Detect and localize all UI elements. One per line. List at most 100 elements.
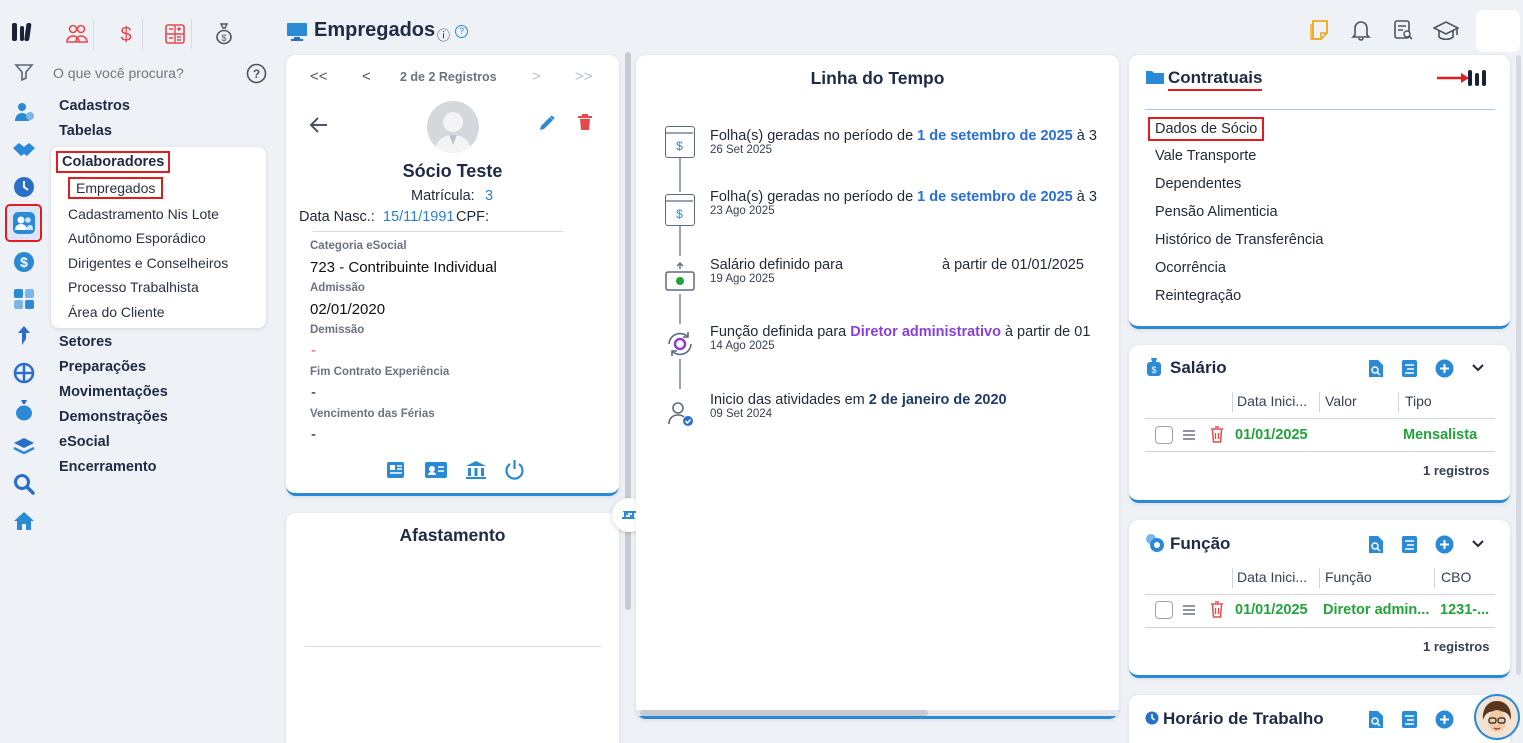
pager-first[interactable]: << xyxy=(310,68,328,85)
page-help-icon[interactable]: ? xyxy=(455,25,468,38)
delete-icon[interactable] xyxy=(577,113,593,131)
link-reintegracao[interactable]: Reintegração xyxy=(1155,288,1241,304)
user-avatar-placeholder[interactable] xyxy=(1476,10,1520,52)
matricula-label: Matrícula: xyxy=(411,188,475,204)
network-icon[interactable] xyxy=(10,359,38,387)
graduation-cap-icon[interactable] xyxy=(1433,20,1459,42)
dollar-shortcut-icon[interactable]: $ xyxy=(109,19,143,49)
calculator-icon[interactable] xyxy=(10,285,38,313)
money-bag-shortcut-icon[interactable]: $ xyxy=(207,19,241,49)
row-divider xyxy=(1145,627,1495,628)
svg-text:$: $ xyxy=(1151,365,1156,375)
scrollbar-right[interactable] xyxy=(1516,55,1521,675)
drag-handle-icon[interactable] xyxy=(1182,604,1196,616)
help-icon[interactable]: ? xyxy=(246,63,267,84)
power-icon[interactable] xyxy=(504,459,525,480)
nav-colaboradores[interactable]: Colaboradores xyxy=(56,151,171,173)
back-arrow-icon[interactable] xyxy=(309,116,329,134)
id-card-icon[interactable] xyxy=(424,460,448,480)
salario-add-icon[interactable] xyxy=(1435,359,1454,378)
matricula-value: 3 xyxy=(485,188,494,204)
funcao-row-checkbox[interactable] xyxy=(1155,601,1173,619)
money-bag-icon[interactable] xyxy=(10,396,38,424)
home-icon[interactable] xyxy=(10,507,38,535)
nav-sub-autonomo[interactable]: Autônomo Esporádico xyxy=(68,230,206,246)
nav-sub-cadastramento-nis[interactable]: Cadastramento Nis Lote xyxy=(68,206,219,222)
calculator-shortcut-icon[interactable] xyxy=(158,19,192,49)
salario-header-valor[interactable]: Valor xyxy=(1325,393,1357,409)
timeline-item-5: Inicio das atividades em 2 de janeiro de… xyxy=(710,392,1007,408)
salario-title: Salário xyxy=(1170,358,1227,377)
monitor-icon xyxy=(286,22,308,42)
link-pensao[interactable]: Pensão Alimenticia xyxy=(1155,204,1278,220)
nav-cadastros[interactable]: Cadastros xyxy=(59,98,130,114)
horario-list-icon[interactable] xyxy=(1401,710,1418,729)
bell-icon[interactable] xyxy=(1351,19,1371,41)
salario-list-icon[interactable] xyxy=(1401,359,1418,378)
funcao-header-funcao[interactable]: Função xyxy=(1325,569,1372,585)
salario-row-tipo: Mensalista xyxy=(1403,427,1478,443)
colaboradores-icon[interactable] xyxy=(5,204,42,242)
funcao-list-icon[interactable] xyxy=(1401,535,1418,554)
app-logo-icon[interactable] xyxy=(10,18,38,46)
pager-prev[interactable]: < xyxy=(362,68,371,85)
nav-sub-dirigentes[interactable]: Dirigentes e Conselheiros xyxy=(68,255,228,271)
nav-sub-processo[interactable]: Processo Trabalhista xyxy=(68,279,199,295)
salario-header-data[interactable]: Data Inici... xyxy=(1237,393,1307,409)
funcao-search-doc-icon[interactable] xyxy=(1368,535,1384,554)
link-ocorrencia[interactable]: Ocorrência xyxy=(1155,260,1226,276)
document-search-icon[interactable] xyxy=(1393,19,1415,41)
nav-movimentacoes[interactable]: Movimentações xyxy=(59,384,168,400)
layers-icon[interactable] xyxy=(10,433,38,461)
nav-demonstracoes[interactable]: Demonstrações xyxy=(59,409,168,425)
horario-search-doc-icon[interactable] xyxy=(1368,710,1384,729)
col-sep xyxy=(1232,392,1233,412)
note-icon[interactable] xyxy=(1308,19,1330,41)
salario-row-checkbox[interactable] xyxy=(1155,426,1173,444)
timeline-date-4: 14 Ago 2025 xyxy=(710,340,775,352)
pager-next[interactable]: > xyxy=(532,68,541,85)
link-dados-socio[interactable]: Dados de Sócio xyxy=(1148,117,1265,141)
nav-preparacoes[interactable]: Preparações xyxy=(59,359,146,375)
people-shortcut-icon[interactable] xyxy=(60,19,94,49)
horario-add-icon[interactable] xyxy=(1435,710,1454,729)
pager-last[interactable]: >> xyxy=(575,68,593,85)
info-icon[interactable]: ⓘ xyxy=(437,25,450,44)
nav-tabelas[interactable]: Tabelas xyxy=(59,123,112,139)
link-dependentes[interactable]: Dependentes xyxy=(1155,176,1241,192)
row-delete-icon[interactable] xyxy=(1210,426,1224,443)
funcao-add-icon[interactable] xyxy=(1435,535,1454,554)
nav-setores[interactable]: Setores xyxy=(59,334,112,350)
search-input[interactable] xyxy=(53,62,238,84)
link-vale-transporte[interactable]: Vale Transporte xyxy=(1155,148,1256,164)
nav-encerramento[interactable]: Encerramento xyxy=(59,459,157,475)
link-historico-transferencia[interactable]: Histórico de Transferência xyxy=(1155,232,1323,248)
arrow-up-icon[interactable] xyxy=(10,322,38,350)
funcao-header-data[interactable]: Data Inici... xyxy=(1237,569,1307,585)
clock-icon[interactable] xyxy=(10,173,38,201)
funcao-header-cbo[interactable]: CBO xyxy=(1441,569,1471,585)
cadastros-icon[interactable] xyxy=(10,98,38,126)
nav-sub-area-cliente[interactable]: Área do Cliente xyxy=(68,304,165,320)
timeline-connector xyxy=(679,158,681,192)
salario-header-tipo[interactable]: Tipo xyxy=(1405,393,1432,409)
dollar-icon[interactable]: $ xyxy=(10,248,38,276)
search-icon[interactable] xyxy=(10,470,38,498)
support-avatar[interactable] xyxy=(1474,694,1520,740)
edit-icon[interactable] xyxy=(538,114,556,132)
funcao-chevron-down-icon[interactable] xyxy=(1471,539,1485,549)
newspaper-icon[interactable] xyxy=(385,460,406,480)
filter-icon[interactable] xyxy=(10,58,38,86)
salario-chevron-down-icon[interactable] xyxy=(1471,363,1485,373)
handshake-icon[interactable] xyxy=(10,136,38,164)
function-cycle-icon xyxy=(664,328,696,360)
salario-search-doc-icon[interactable] xyxy=(1368,359,1384,378)
drag-handle-icon[interactable] xyxy=(1182,429,1196,441)
timeline-hscroll-thumb[interactable] xyxy=(640,710,928,716)
bank-icon[interactable] xyxy=(465,460,487,480)
nav-sub-empregados[interactable]: Empregados xyxy=(68,177,164,199)
row-delete-icon[interactable] xyxy=(1210,601,1224,618)
nav-esocial[interactable]: eSocial xyxy=(59,434,110,450)
salario-row-date: 01/01/2025 xyxy=(1235,427,1308,443)
salario-count: 1 registros xyxy=(1423,463,1490,478)
